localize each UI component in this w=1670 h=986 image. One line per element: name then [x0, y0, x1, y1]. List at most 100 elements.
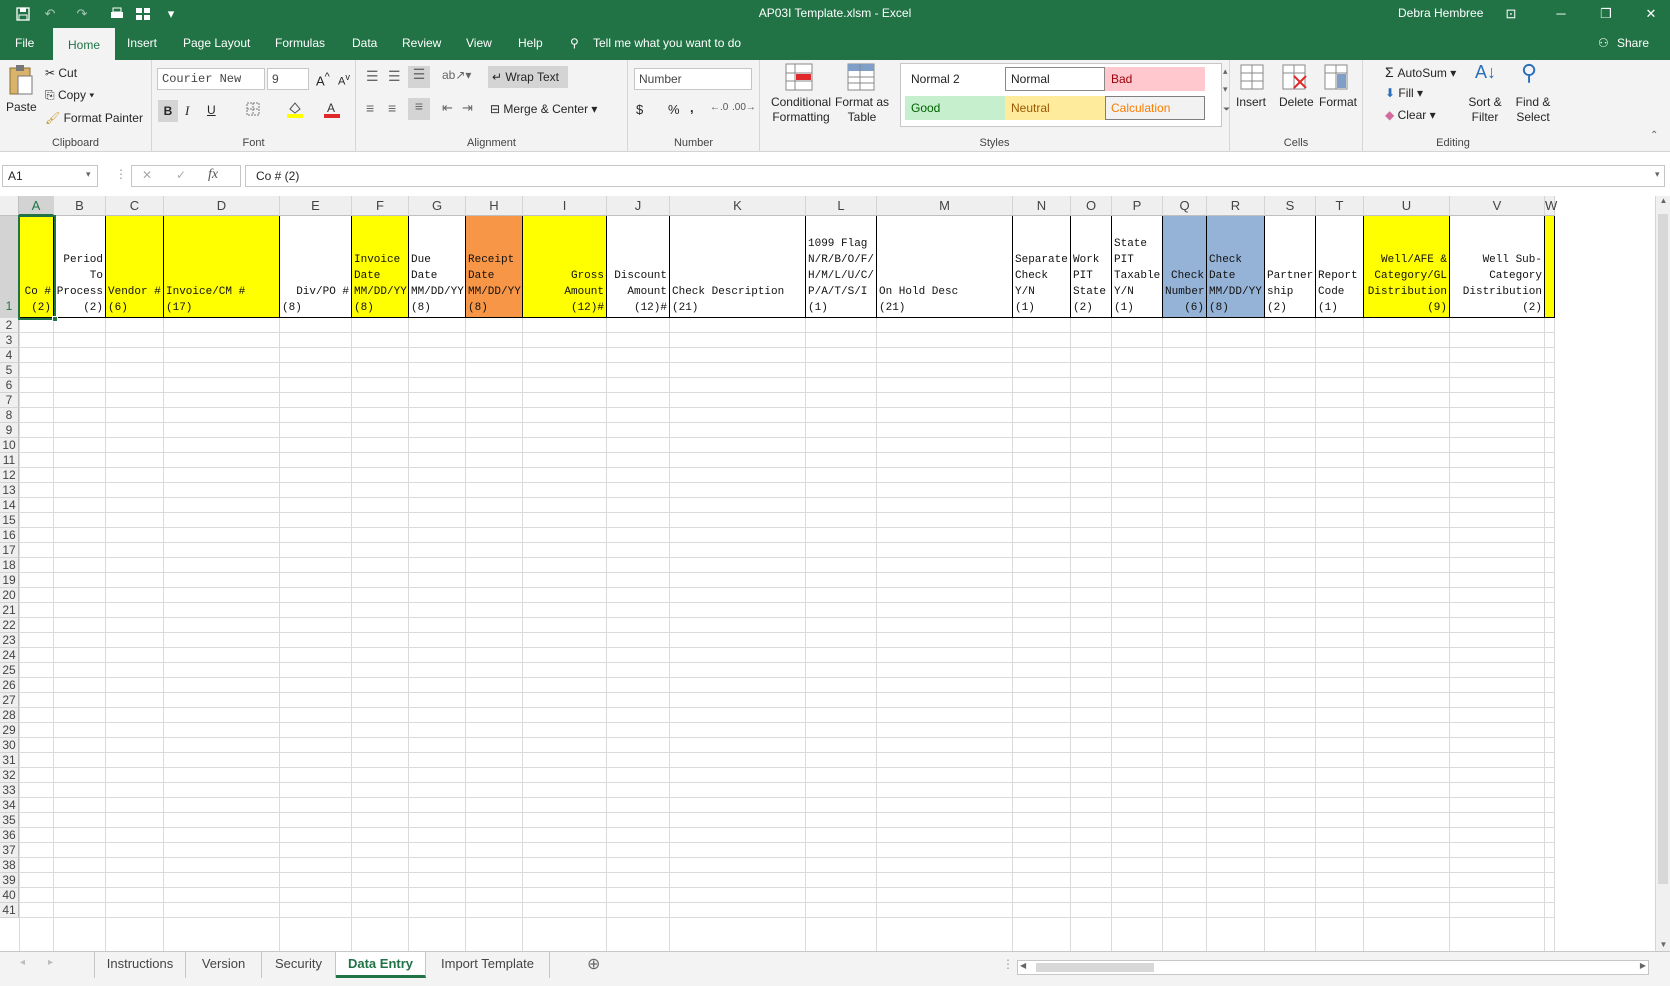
cell-style-calculation[interactable]: Calculation: [1105, 96, 1205, 120]
insert-cells-button[interactable]: Insert: [1236, 95, 1266, 109]
find-select-button[interactable]: Find & Select: [1509, 95, 1557, 125]
align-left-icon[interactable]: ≡: [366, 100, 374, 116]
tab-splitter-icon[interactable]: ⋮: [1002, 957, 1014, 971]
header-cell-j[interactable]: Discount Amount (12)#: [607, 216, 670, 318]
percent-button[interactable]: %: [668, 102, 680, 117]
tab-view[interactable]: View: [466, 36, 492, 54]
find-icon[interactable]: ⚲: [1521, 60, 1537, 86]
tell-me-search[interactable]: Tell me what you want to do: [593, 36, 741, 50]
row-header-26[interactable]: 26: [0, 678, 19, 693]
name-box-dropdown-icon[interactable]: ▾: [86, 169, 91, 180]
share-button[interactable]: Share: [1617, 36, 1649, 50]
header-cell-r[interactable]: Check Date MM/DD/YY (8): [1207, 216, 1265, 318]
tab-insert[interactable]: Insert: [127, 36, 157, 54]
borders-icon[interactable]: [246, 102, 260, 119]
tab-formulas[interactable]: Formulas: [275, 36, 325, 54]
tab-home[interactable]: Home: [53, 28, 115, 60]
wrap-text-button[interactable]: ↵ Wrap Text: [488, 66, 568, 88]
column-header-r[interactable]: R: [1207, 196, 1265, 216]
collapse-ribbon-icon[interactable]: ⌃: [1650, 130, 1658, 141]
row-header-23[interactable]: 23: [0, 633, 19, 648]
decrease-font-icon[interactable]: Av: [338, 72, 350, 88]
column-header-c[interactable]: C: [106, 196, 164, 216]
row-header-8[interactable]: 8: [0, 408, 19, 423]
minimize-icon[interactable]: ─: [1546, 3, 1576, 25]
row-header-6[interactable]: 6: [0, 378, 19, 393]
number-format-select[interactable]: Number: [634, 68, 752, 90]
insert-function-icon[interactable]: fx: [208, 167, 218, 183]
increase-font-icon[interactable]: A^: [316, 71, 330, 88]
user-name[interactable]: Debra Hembree: [1398, 6, 1483, 20]
fill-color-icon[interactable]: [287, 100, 303, 121]
bold-button[interactable]: B: [158, 100, 178, 122]
header-cell-i[interactable]: Gross Amount (12)#: [523, 216, 607, 318]
font-color-icon[interactable]: A: [324, 100, 340, 121]
row-header-5[interactable]: 5: [0, 363, 19, 378]
column-header-h[interactable]: H: [466, 196, 523, 216]
underline-button[interactable]: U: [207, 103, 216, 117]
header-cell-m[interactable]: On Hold Desc (21): [877, 216, 1013, 318]
column-header-u[interactable]: U: [1364, 196, 1450, 216]
row-header-2[interactable]: 2: [0, 318, 19, 333]
copy-button[interactable]: ⎘ Copy ▾: [45, 88, 94, 103]
column-header-l[interactable]: L: [806, 196, 877, 216]
row-header-39[interactable]: 39: [0, 873, 19, 888]
column-header-p[interactable]: P: [1112, 196, 1163, 216]
increase-decimal-icon[interactable]: ←.0: [710, 102, 728, 113]
row-header-35[interactable]: 35: [0, 813, 19, 828]
row-header-13[interactable]: 13: [0, 483, 19, 498]
tab-file[interactable]: File: [15, 36, 34, 54]
row-header-38[interactable]: 38: [0, 858, 19, 873]
column-header-i[interactable]: I: [523, 196, 607, 216]
tab-review[interactable]: Review: [402, 36, 441, 54]
row-header-22[interactable]: 22: [0, 618, 19, 633]
align-center-icon[interactable]: ≡: [388, 100, 396, 116]
fill-button[interactable]: ⬇ Fill ▾: [1385, 86, 1423, 100]
row-header-37[interactable]: 37: [0, 843, 19, 858]
sheet-tab-import-template[interactable]: Import Template: [426, 952, 550, 978]
currency-button[interactable]: $: [636, 102, 643, 117]
vertical-scrollbar[interactable]: ▲ ▼: [1655, 196, 1670, 956]
cell-style-bad[interactable]: Bad: [1105, 67, 1205, 91]
sheet-tab-data-entry[interactable]: Data Entry: [336, 952, 426, 978]
column-header-d[interactable]: D: [164, 196, 280, 216]
orientation-icon[interactable]: ab↗▾: [442, 68, 471, 82]
header-cell-e[interactable]: Div/PO # (8): [280, 216, 352, 318]
row-header-24[interactable]: 24: [0, 648, 19, 663]
cell-style-good[interactable]: Good: [905, 96, 1005, 120]
row-header-3[interactable]: 3: [0, 333, 19, 348]
header-cell-g[interactable]: Due Date MM/DD/YY (8): [409, 216, 466, 318]
sheet-tab-security[interactable]: Security: [262, 952, 336, 978]
header-cell-d[interactable]: Invoice/CM # (17): [164, 216, 280, 318]
clear-button[interactable]: ◆ Clear ▾: [1385, 108, 1436, 122]
decrease-decimal-icon[interactable]: .00→: [732, 102, 756, 113]
header-cell-c[interactable]: Vendor # (6): [106, 216, 164, 318]
format-painter-button[interactable]: 🖌 Format Painter: [45, 111, 143, 125]
header-cell-t[interactable]: Report Code (1): [1316, 216, 1364, 318]
row-header-12[interactable]: 12: [0, 468, 19, 483]
increase-indent-icon[interactable]: ⇥: [462, 100, 473, 116]
row-header-19[interactable]: 19: [0, 573, 19, 588]
row-header-16[interactable]: 16: [0, 528, 19, 543]
row-header-21[interactable]: 21: [0, 603, 19, 618]
column-header-o[interactable]: O: [1071, 196, 1112, 216]
header-cell-o[interactable]: Work PIT State (2): [1071, 216, 1112, 318]
column-header-j[interactable]: J: [607, 196, 670, 216]
format-cells-icon[interactable]: [1322, 62, 1350, 95]
column-header-q[interactable]: Q: [1163, 196, 1207, 216]
row-header-18[interactable]: 18: [0, 558, 19, 573]
row-header-1[interactable]: 1: [0, 216, 19, 318]
horizontal-scroll-thumb[interactable]: [1036, 963, 1154, 972]
row-header-11[interactable]: 11: [0, 453, 19, 468]
header-cell-b[interactable]: Period To Process (2): [54, 216, 106, 318]
conditional-formatting-icon[interactable]: [784, 62, 814, 95]
scroll-left-icon[interactable]: ◀: [1020, 961, 1026, 970]
column-header-m[interactable]: M: [877, 196, 1013, 216]
row-header-40[interactable]: 40: [0, 888, 19, 903]
font-family-select[interactable]: Courier New: [157, 68, 265, 90]
sort-filter-icon[interactable]: A↓: [1475, 62, 1496, 83]
autosum-button[interactable]: Σ AutoSum ▾: [1385, 64, 1456, 80]
row-header-10[interactable]: 10: [0, 438, 19, 453]
scroll-right-icon[interactable]: ▶: [1640, 961, 1646, 970]
tab-data[interactable]: Data: [352, 36, 377, 54]
